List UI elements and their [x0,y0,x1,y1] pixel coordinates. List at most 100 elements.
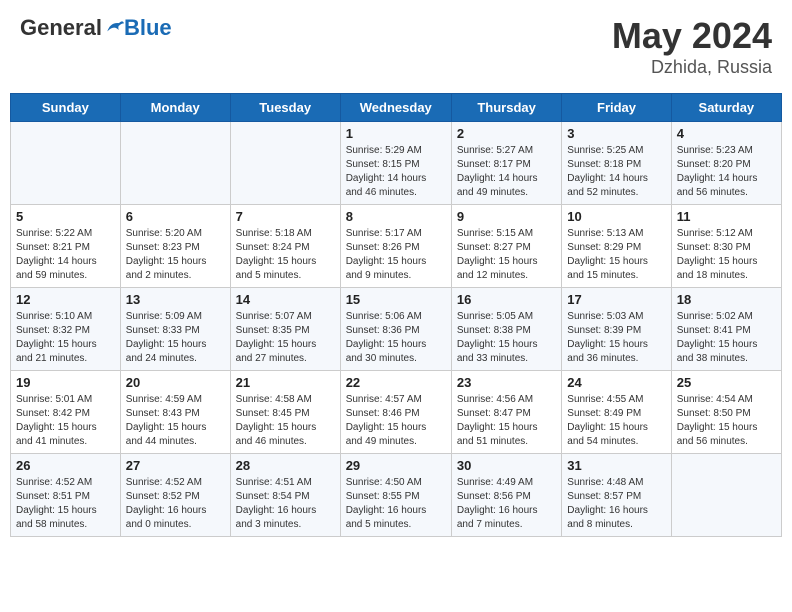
day-number: 29 [346,458,446,473]
calendar-cell: 19Sunrise: 5:01 AM Sunset: 8:42 PM Dayli… [11,371,121,454]
weekday-header-friday: Friday [562,94,671,122]
calendar-cell: 24 Sunrise: 4:55 AM Sunset: 8:49 PM Dayli… [562,371,671,454]
day-number: 21 [236,375,335,390]
day-info: Sunrise: 5:22 AM Sunset: 8:21 PM Dayligh… [16,227,115,283]
calendar-cell: 29 Sunrise: 4:50 AM Sunset: 8:55 PM Dayli… [340,454,451,537]
day-info: Sunrise: 5:07 AM Sunset: 8:35 PM Dayligh… [236,310,335,366]
weekday-header-monday: Monday [120,94,230,122]
calendar-week-4: 19Sunrise: 5:01 AM Sunset: 8:42 PM Dayli… [11,371,782,454]
day-info: Sunrise: 5:29 AM Sunset: 8:15 PM Dayligh… [346,144,446,200]
day-info: Sunrise: 5:12 AM Sunset: 8:30 PM Dayligh… [677,227,776,283]
weekday-row: SundayMondayTuesdayWednesdayThursdayFrid… [11,94,782,122]
day-number: 3 [567,126,665,141]
calendar-cell: 30 Sunrise: 4:49 AM Sunset: 8:56 PM Dayli… [451,454,561,537]
calendar-table: SundayMondayTuesdayWednesdayThursdayFrid… [10,93,782,537]
day-number: 19 [16,375,115,390]
day-number: 12 [16,292,115,307]
day-info: Sunrise: 5:27 AM Sunset: 8:17 PM Dayligh… [457,144,556,200]
weekday-header-thursday: Thursday [451,94,561,122]
day-number: 23 [457,375,556,390]
day-info: Sunrise: 4:51 AM Sunset: 8:54 PM Dayligh… [236,476,335,532]
logo: General Blue [20,15,172,41]
day-info: Sunrise: 4:52 AM Sunset: 8:51 PM Dayligh… [16,476,115,532]
day-number: 11 [677,209,776,224]
day-info: Sunrise: 5:10 AM Sunset: 8:32 PM Dayligh… [16,310,115,366]
day-info: Sunrise: 5:05 AM Sunset: 8:38 PM Dayligh… [457,310,556,366]
calendar-week-3: 12 Sunrise: 5:10 AM Sunset: 8:32 PM Dayli… [11,288,782,371]
calendar-cell: 16 Sunrise: 5:05 AM Sunset: 8:38 PM Dayli… [451,288,561,371]
location: Dzhida, Russia [612,57,772,78]
calendar-cell: 21Sunrise: 4:58 AM Sunset: 8:45 PM Dayli… [230,371,340,454]
day-info: Sunrise: 4:50 AM Sunset: 8:55 PM Dayligh… [346,476,446,532]
calendar-body: 1 Sunrise: 5:29 AM Sunset: 8:15 PM Daylig… [11,122,782,537]
calendar-cell: 28 Sunrise: 4:51 AM Sunset: 8:54 PM Dayli… [230,454,340,537]
day-number: 28 [236,458,335,473]
calendar-cell: 6Sunrise: 5:20 AM Sunset: 8:23 PM Daylig… [120,205,230,288]
day-info: Sunrise: 5:18 AM Sunset: 8:24 PM Dayligh… [236,227,335,283]
day-number: 20 [126,375,225,390]
calendar-cell: 13 Sunrise: 5:09 AM Sunset: 8:33 PM Dayli… [120,288,230,371]
day-info: Sunrise: 4:56 AM Sunset: 8:47 PM Dayligh… [457,393,556,449]
calendar-cell: 18 Sunrise: 5:02 AM Sunset: 8:41 PM Dayli… [671,288,781,371]
day-info: Sunrise: 4:49 AM Sunset: 8:56 PM Dayligh… [457,476,556,532]
calendar-cell: 3Sunrise: 5:25 AM Sunset: 8:18 PM Daylig… [562,122,671,205]
day-info: Sunrise: 4:57 AM Sunset: 8:46 PM Dayligh… [346,393,446,449]
calendar-cell: 11 Sunrise: 5:12 AM Sunset: 8:30 PM Dayli… [671,205,781,288]
day-number: 15 [346,292,446,307]
logo-bird-icon [104,18,124,38]
day-number: 26 [16,458,115,473]
day-info: Sunrise: 4:54 AM Sunset: 8:50 PM Dayligh… [677,393,776,449]
day-number: 9 [457,209,556,224]
day-info: Sunrise: 5:23 AM Sunset: 8:20 PM Dayligh… [677,144,776,200]
day-info: Sunrise: 5:13 AM Sunset: 8:29 PM Dayligh… [567,227,665,283]
weekday-header-wednesday: Wednesday [340,94,451,122]
day-info: Sunrise: 5:15 AM Sunset: 8:27 PM Dayligh… [457,227,556,283]
day-number: 14 [236,292,335,307]
calendar-cell: 14 Sunrise: 5:07 AM Sunset: 8:35 PM Dayli… [230,288,340,371]
day-info: Sunrise: 5:09 AM Sunset: 8:33 PM Dayligh… [126,310,225,366]
weekday-header-saturday: Saturday [671,94,781,122]
calendar-cell: 31 Sunrise: 4:48 AM Sunset: 8:57 PM Dayli… [562,454,671,537]
day-info: Sunrise: 5:02 AM Sunset: 8:41 PM Dayligh… [677,310,776,366]
calendar-cell: 2Sunrise: 5:27 AM Sunset: 8:17 PM Daylig… [451,122,561,205]
day-info: Sunrise: 5:06 AM Sunset: 8:36 PM Dayligh… [346,310,446,366]
day-number: 27 [126,458,225,473]
logo-general: General [20,15,102,41]
calendar-week-5: 26 Sunrise: 4:52 AM Sunset: 8:51 PM Dayli… [11,454,782,537]
day-number: 8 [346,209,446,224]
calendar-cell: 8 Sunrise: 5:17 AM Sunset: 8:26 PM Daylig… [340,205,451,288]
day-number: 17 [567,292,665,307]
month-year: May 2024 [612,15,772,57]
day-number: 16 [457,292,556,307]
day-number: 22 [346,375,446,390]
weekday-header-tuesday: Tuesday [230,94,340,122]
day-number: 1 [346,126,446,141]
calendar-cell: 25 Sunrise: 4:54 AM Sunset: 8:50 PM Dayli… [671,371,781,454]
calendar-cell: 20 Sunrise: 4:59 AM Sunset: 8:43 PM Dayli… [120,371,230,454]
logo-blue: Blue [124,15,172,41]
day-number: 7 [236,209,335,224]
day-info: Sunrise: 4:52 AM Sunset: 8:52 PM Dayligh… [126,476,225,532]
calendar-cell: 26 Sunrise: 4:52 AM Sunset: 8:51 PM Dayli… [11,454,121,537]
day-number: 13 [126,292,225,307]
day-number: 5 [16,209,115,224]
calendar-cell: 15 Sunrise: 5:06 AM Sunset: 8:36 PM Dayli… [340,288,451,371]
calendar-header: SundayMondayTuesdayWednesdayThursdayFrid… [11,94,782,122]
day-number: 30 [457,458,556,473]
day-info: Sunrise: 5:20 AM Sunset: 8:23 PM Dayligh… [126,227,225,283]
calendar-week-1: 1 Sunrise: 5:29 AM Sunset: 8:15 PM Daylig… [11,122,782,205]
day-number: 31 [567,458,665,473]
day-number: 18 [677,292,776,307]
day-info: Sunrise: 5:03 AM Sunset: 8:39 PM Dayligh… [567,310,665,366]
calendar-cell: 5 Sunrise: 5:22 AM Sunset: 8:21 PM Daylig… [11,205,121,288]
calendar-cell: 17 Sunrise: 5:03 AM Sunset: 8:39 PM Dayli… [562,288,671,371]
day-info: Sunrise: 4:59 AM Sunset: 8:43 PM Dayligh… [126,393,225,449]
day-info: Sunrise: 4:48 AM Sunset: 8:57 PM Dayligh… [567,476,665,532]
day-number: 24 [567,375,665,390]
day-info: Sunrise: 4:55 AM Sunset: 8:49 PM Dayligh… [567,393,665,449]
day-number: 25 [677,375,776,390]
calendar-cell: 9 Sunrise: 5:15 AM Sunset: 8:27 PM Daylig… [451,205,561,288]
day-info: Sunrise: 5:17 AM Sunset: 8:26 PM Dayligh… [346,227,446,283]
day-number: 4 [677,126,776,141]
calendar-cell: 22 Sunrise: 4:57 AM Sunset: 8:46 PM Dayli… [340,371,451,454]
